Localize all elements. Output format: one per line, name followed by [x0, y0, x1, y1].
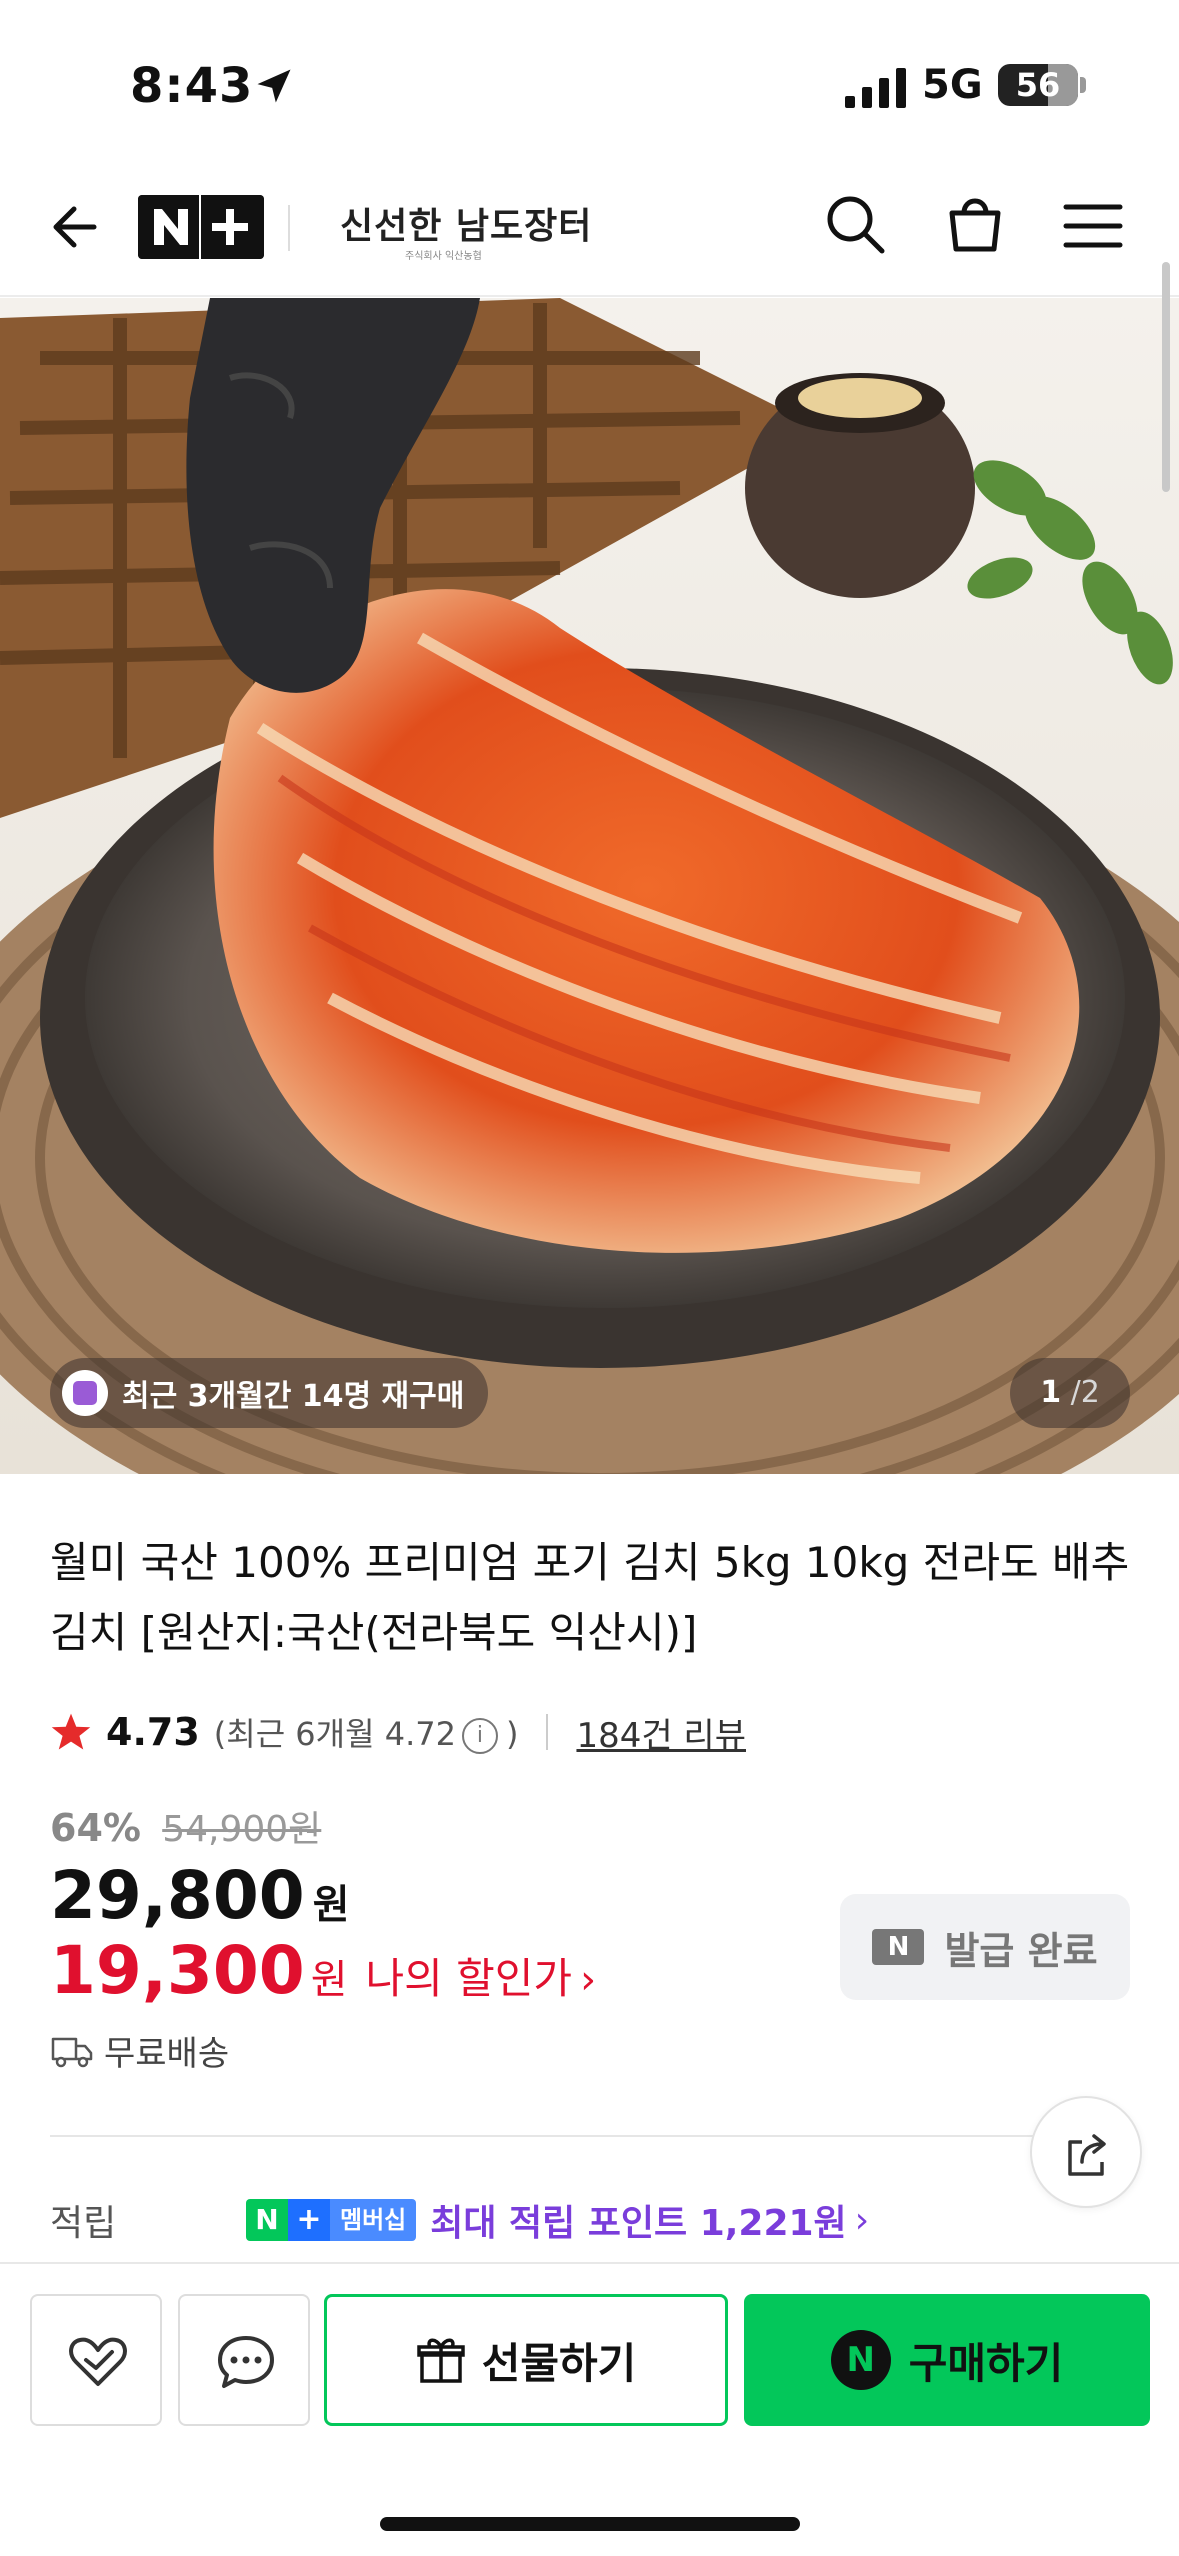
my-price-amount: 19,300	[50, 1932, 305, 2009]
buy-button-label: 구매하기	[908, 2338, 1064, 2388]
status-time: 8:43	[130, 58, 254, 114]
image-counter: 1 /2	[1010, 1358, 1130, 1428]
buy-button[interactable]: N 구매하기	[744, 2294, 1150, 2426]
battery-level: 56	[1015, 66, 1061, 104]
review-count-link[interactable]: 184건 리뷰	[576, 1708, 746, 1757]
naver-membership-badge: N + 멤버십	[246, 2199, 417, 2241]
sale-price: 29,800 원	[50, 1857, 350, 1934]
shipping-row: 무료배송	[50, 2026, 229, 2075]
membership-label: 멤버십	[330, 2199, 417, 2241]
my-price-label: 나의 할인가	[365, 1954, 573, 2003]
brand-divider	[288, 205, 290, 251]
wishlist-button[interactable]	[30, 2294, 162, 2426]
product-title: 월미 국산 100% 프리미엄 포기 김치 5kg 10kg 전라도 배추김치 …	[50, 1538, 1130, 1657]
image-counter-separator: /	[1070, 1375, 1081, 1410]
location-arrow-icon	[257, 69, 291, 103]
discount-rate: 64%	[50, 1806, 141, 1850]
battery-tip	[1080, 77, 1086, 93]
repurchase-text: 최근 3개월간 14명 재구매	[122, 1379, 465, 1414]
rating-separator	[546, 1714, 549, 1750]
repurchase-bag-icon	[62, 1370, 108, 1416]
gift-icon	[416, 2338, 465, 2383]
battery-icon: 56	[998, 64, 1078, 106]
max-points-text: 최대 적립 포인트 1,221원	[430, 2203, 847, 2244]
discount-row: 64% 54,900원	[50, 1800, 321, 1852]
points-label: 적립	[50, 2203, 117, 2244]
search-icon[interactable]	[820, 189, 890, 259]
chat-bubble-icon	[218, 2336, 274, 2388]
my-price-unit: 원	[310, 1957, 348, 2003]
rating-row: 4.73 (최근 6개월 4.72 i) 184건 리뷰	[50, 1702, 746, 1762]
rating-recent-prefix: (최근 6개월 4.72	[213, 1715, 456, 1753]
scrollbar[interactable]	[1162, 262, 1170, 492]
heart-check-icon	[69, 2337, 127, 2386]
free-shipping-text: 무료배송	[104, 2034, 230, 2074]
product-image-gallery[interactable]	[0, 298, 1179, 1474]
sale-price-unit: 원	[312, 1882, 350, 1928]
naver-n-icon: N	[872, 1929, 925, 1965]
naver-pay-n-icon: N	[830, 2330, 891, 2390]
gift-button[interactable]: 선물하기	[324, 2294, 728, 2426]
menu-icon[interactable]	[1060, 193, 1126, 259]
shopping-bag-icon[interactable]	[940, 187, 1010, 257]
back-arrow-icon[interactable]	[40, 195, 104, 259]
membership-n-icon: N	[246, 2199, 288, 2241]
home-indicator[interactable]	[380, 2517, 800, 2531]
rating-recent-suffix: )	[505, 1715, 519, 1753]
talk-talk-button[interactable]	[178, 2294, 310, 2426]
points-row[interactable]: 적립 N + 멤버십 최대 적립 포인트 1,221원 ›	[50, 2190, 869, 2250]
store-brand-subtitle: 주식회사 익산농협	[405, 251, 482, 262]
chevron-right-icon: ›	[854, 2199, 870, 2241]
naver-plus-store-logo[interactable]	[138, 195, 264, 259]
star-icon	[51, 1713, 91, 1750]
rating-value: 4.73	[106, 1710, 200, 1754]
gift-button-label: 선물하기	[481, 2338, 637, 2388]
share-icon	[1068, 2134, 1106, 2176]
network-type: 5G	[922, 62, 983, 108]
bottom-action-bar: 선물하기 N 구매하기	[0, 2262, 1179, 2556]
cellular-signal-icon	[845, 68, 906, 108]
share-button[interactable]	[1030, 2096, 1142, 2208]
status-bar: 8:43 5G 56	[0, 0, 1179, 165]
membership-plus-icon: +	[288, 2199, 330, 2241]
coupon-issued-label: 발급 완료	[944, 1928, 1098, 1973]
original-price: 54,900원	[162, 1809, 322, 1850]
repurchase-badge: 최근 3개월간 14명 재구매	[50, 1358, 489, 1428]
section-divider	[50, 2135, 1130, 2137]
chevron-right-icon: ›	[580, 1957, 597, 2003]
delivery-truck-icon	[51, 2037, 93, 2067]
image-counter-total: 2	[1080, 1375, 1100, 1410]
rating-recent: (최근 6개월 4.72 i)	[213, 1709, 519, 1755]
product-photo-kimchi	[0, 298, 1179, 1474]
coupon-issued-button[interactable]: N 발급 완료	[840, 1894, 1130, 2000]
image-counter-current: 1	[1040, 1375, 1062, 1410]
my-discount-price[interactable]: 19,300 원 나의 할인가 ›	[50, 1932, 596, 2009]
info-icon[interactable]: i	[461, 1718, 498, 1754]
sale-price-amount: 29,800	[50, 1857, 305, 1934]
store-brand-logo[interactable]: 신선한 남도장터	[340, 197, 592, 249]
header: 신선한 남도장터 주식회사 익산농협	[0, 165, 1179, 297]
